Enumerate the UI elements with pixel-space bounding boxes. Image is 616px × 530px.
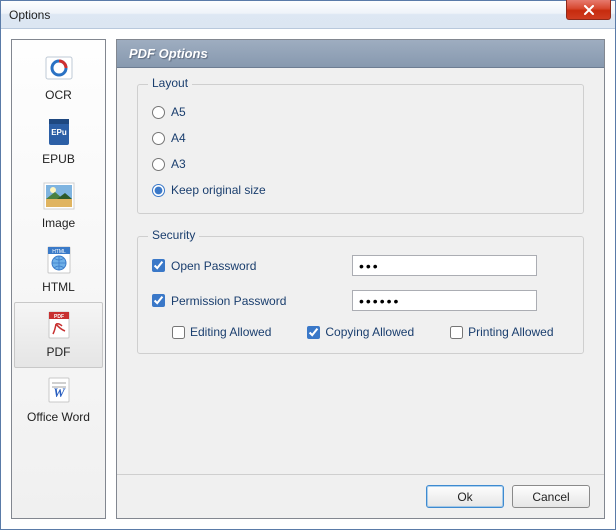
checkbox-copying-allowed[interactable] [307,326,320,339]
permission-password-input[interactable] [352,290,537,311]
permission-password-label: Permission Password [171,294,286,308]
printing-label: Printing Allowed [468,325,553,339]
body: OCR EPu EPUB [1,29,615,529]
radio-keep-label: Keep original size [171,183,266,197]
layout-group-title: Layout [148,76,192,90]
checkbox-editing-allowed[interactable] [172,326,185,339]
layout-group: Layout A5 A4 A3 Keep or [137,84,584,214]
sidebar-item-ocr[interactable]: OCR [14,46,103,110]
copying-label: Copying Allowed [325,325,414,339]
sidebar-item-html[interactable]: HTML HTML [14,238,103,302]
svg-text:EPu: EPu [51,128,67,137]
security-group-title: Security [148,228,199,242]
sidebar-item-epub[interactable]: EPu EPUB [14,110,103,174]
main-header: PDF Options [117,40,604,68]
checkbox-open-password[interactable] [152,259,165,272]
sidebar-item-label: Image [42,216,75,230]
svg-text:W: W [53,385,66,400]
svg-text:PDF: PDF [54,314,64,320]
radio-a3-label: A3 [171,157,186,171]
sidebar-item-image[interactable]: Image [14,174,103,238]
radio-keep-original[interactable] [152,184,165,197]
open-password-label: Open Password [171,259,256,273]
editing-label: Editing Allowed [190,325,271,339]
open-password-input[interactable] [352,255,537,276]
window-title: Options [9,8,50,22]
close-icon [583,5,595,15]
radio-a5[interactable] [152,106,165,119]
radio-a4-label: A4 [171,131,186,145]
close-button[interactable] [566,0,611,20]
radio-a4[interactable] [152,132,165,145]
cancel-button[interactable]: Cancel [512,485,590,508]
sidebar-item-label: PDF [47,345,71,359]
footer: Ok Cancel [117,474,604,518]
options-window: Options OCR [0,0,616,530]
sidebar-item-label: HTML [42,280,75,294]
sidebar-item-pdf[interactable]: PDF PDF [14,302,103,368]
word-icon: W [43,374,75,406]
sidebar: OCR EPu EPUB [11,39,106,519]
main-panel: PDF Options Layout A5 A4 A3 [116,39,605,519]
sidebar-item-label: Office Word [27,410,90,424]
ok-button[interactable]: Ok [426,485,504,508]
checkbox-permission-password[interactable] [152,294,165,307]
sidebar-item-office-word[interactable]: W Office Word [14,368,103,432]
checkbox-printing-allowed[interactable] [450,326,463,339]
titlebar: Options [1,1,615,29]
sidebar-item-label: OCR [45,88,72,102]
main-title: PDF Options [129,46,208,61]
radio-a5-label: A5 [171,105,186,119]
main-content: Layout A5 A4 A3 Keep or [117,68,604,474]
pdf-icon: PDF [43,309,75,341]
image-icon [43,180,75,212]
svg-text:HTML: HTML [52,249,66,255]
ocr-icon [43,52,75,84]
radio-a3[interactable] [152,158,165,171]
html-icon: HTML [43,244,75,276]
epub-icon: EPu [43,116,75,148]
security-group: Security Open Password Permission Passwo… [137,236,584,354]
sidebar-item-label: EPUB [42,152,75,166]
